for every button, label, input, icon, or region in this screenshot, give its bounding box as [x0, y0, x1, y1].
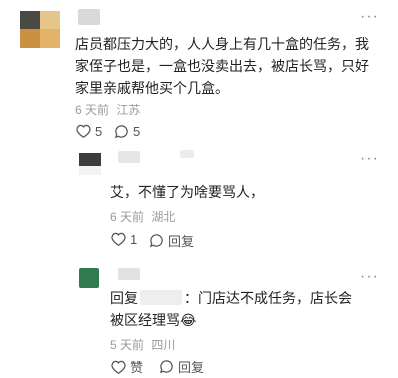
- reply2-like-label: 赞: [130, 360, 144, 375]
- avatar[interactable]: [20, 11, 60, 48]
- comment-location: 江苏: [116, 103, 141, 117]
- reply1-meta: 6 天前 湖北: [110, 208, 175, 225]
- heart-icon: [75, 123, 91, 139]
- reply1-time: 6 天前: [110, 210, 145, 224]
- reply2-time: 5 天前: [110, 338, 145, 352]
- username-redacted[interactable]: [118, 151, 140, 163]
- heart-icon: [110, 231, 126, 247]
- comment-bubble-icon: [148, 233, 164, 249]
- comment-bubble-icon: [158, 359, 174, 375]
- comment-text: 店员都压力大的，人人身上有几十盒的任务，我家侄子也是，一盒也没卖出去，被店长骂，…: [75, 36, 369, 96]
- reply1-avatar[interactable]: [79, 153, 101, 175]
- mention-redacted[interactable]: [140, 290, 182, 305]
- reply2-location: 四川: [151, 338, 176, 352]
- reply1-like-count: 1: [130, 231, 138, 247]
- heart-icon: [110, 359, 126, 375]
- reply1-reply-button[interactable]: 回复: [148, 231, 194, 250]
- reply2-text: 回复 ：门店达不成任务，店长会被区经理骂😂: [110, 287, 360, 331]
- reply-count: 5: [133, 123, 141, 139]
- reply2-reply-label: 回复: [178, 360, 205, 375]
- reply1-reply-label: 回复: [168, 234, 195, 249]
- like-count: 5: [95, 123, 103, 139]
- like-button[interactable]: 5: [75, 123, 102, 139]
- more-options-icon[interactable]: ···: [360, 150, 379, 168]
- reply1-text: 艾，不懂了为啥要骂人，: [110, 184, 264, 200]
- reply-button[interactable]: 5: [113, 123, 140, 139]
- reply2-meta: 5 天前 四川: [110, 336, 175, 353]
- more-options-icon[interactable]: ···: [360, 268, 379, 286]
- comment-bubble-icon: [113, 123, 129, 139]
- reply1-location: 湖北: [151, 210, 176, 224]
- reply2-avatar[interactable]: [79, 268, 99, 288]
- reply1-like-button[interactable]: 1: [110, 231, 137, 247]
- username-redacted[interactable]: [78, 9, 100, 25]
- comment-time: 6 天前: [75, 103, 110, 117]
- comment-meta: 6 天前 江苏: [75, 101, 140, 118]
- laughing-tears-emoji: 😂: [180, 312, 197, 328]
- reply2-like-button[interactable]: 赞: [110, 357, 143, 376]
- more-options-icon[interactable]: ···: [360, 8, 379, 26]
- username-redacted[interactable]: [180, 150, 194, 158]
- reply2-reply-button[interactable]: 回复: [158, 357, 204, 376]
- reply-prefix: 回复: [110, 290, 138, 306]
- username-redacted[interactable]: [118, 268, 140, 280]
